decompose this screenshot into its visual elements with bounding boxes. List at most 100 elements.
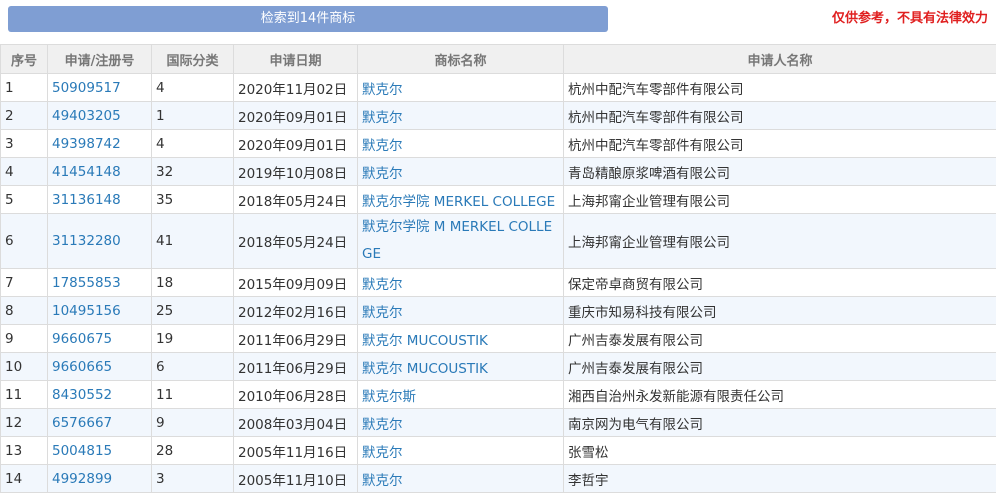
reg-no-link[interactable]: 41454148 (52, 164, 121, 180)
table-row: 14499289932005年11月10日默克尔李哲宇 (1, 465, 996, 493)
cell-applicant: 上海邦甯企业管理有限公司 (568, 235, 730, 251)
table-cell-date: 2018年05月24日 (234, 214, 358, 269)
table-cell-mark: 默克尔 (358, 158, 564, 186)
table-cell-applicant: 广州吉泰发展有限公司 (564, 353, 996, 381)
mark-name-link[interactable]: 默克尔 MUCOUSTIK (362, 361, 488, 377)
cell-date: 2020年09月01日 (238, 138, 347, 154)
mark-name-link[interactable]: 默克尔斯 (362, 389, 416, 405)
table-cell-reg_no: 50909517 (48, 74, 152, 102)
reg-no-link[interactable]: 9660675 (52, 331, 112, 347)
reg-no-link[interactable]: 5004815 (52, 443, 112, 459)
mark-name-link[interactable]: 默克尔 (362, 110, 403, 126)
table-cell-mark: 默克尔 MUCOUSTIK (358, 353, 564, 381)
table-cell-applicant: 重庆市知易科技有限公司 (564, 297, 996, 325)
column-header-applicant[interactable]: 申请人名称 (564, 45, 996, 74)
mark-name-link[interactable]: 默克尔 (362, 305, 403, 321)
table-cell-index: 8 (1, 297, 48, 325)
table-cell-index: 4 (1, 158, 48, 186)
reg-no-link[interactable]: 6576667 (52, 415, 112, 431)
column-header-date[interactable]: 申请日期 (234, 45, 358, 74)
mark-name-link[interactable]: 默克尔学院 M MERKEL COLLEGE (362, 219, 552, 262)
cell-applicant: 上海邦甯企业管理有限公司 (568, 194, 730, 210)
table-cell-index: 1 (1, 74, 48, 102)
table-cell-applicant: 张雪松 (564, 437, 996, 465)
cell-applicant: 杭州中配汽车零部件有限公司 (568, 110, 744, 126)
table-cell-index: 14 (1, 465, 48, 493)
cell-class: 6 (156, 359, 165, 375)
table-cell-reg_no: 49398742 (48, 130, 152, 158)
mark-name-link[interactable]: 默克尔 (362, 445, 403, 461)
reg-no-link[interactable]: 17855853 (52, 275, 121, 291)
cell-index: 8 (5, 303, 14, 319)
cell-class: 35 (156, 192, 173, 208)
table-cell-date: 2011年06月29日 (234, 325, 358, 353)
table-cell-reg_no: 9660665 (48, 353, 152, 381)
table-cell-reg_no: 8430552 (48, 381, 152, 409)
table-cell-class: 4 (152, 74, 234, 102)
reg-no-link[interactable]: 49403205 (52, 108, 121, 124)
top-bar: 检索到14件商标 仅供参考，不具有法律效力 (0, 0, 996, 44)
column-header-index[interactable]: 序号 (1, 45, 48, 74)
mark-name-link[interactable]: 默克尔 (362, 166, 403, 182)
table-cell-index: 5 (1, 186, 48, 214)
cell-date: 2011年06月29日 (238, 333, 347, 349)
column-header-class[interactable]: 国际分类 (152, 45, 234, 74)
reg-no-link[interactable]: 10495156 (52, 303, 121, 319)
cell-class: 28 (156, 443, 173, 459)
column-header-mark[interactable]: 商标名称 (358, 45, 564, 74)
table-cell-applicant: 广州吉泰发展有限公司 (564, 325, 996, 353)
table-cell-class: 3 (152, 465, 234, 493)
table-cell-reg_no: 41454148 (48, 158, 152, 186)
mark-name-link[interactable]: 默克尔 (362, 277, 403, 293)
cell-class: 19 (156, 331, 173, 347)
table-row: 34939874242020年09月01日默克尔杭州中配汽车零部件有限公司 (1, 130, 996, 158)
table-cell-mark: 默克尔斯 (358, 381, 564, 409)
table-row: 631132280412018年05月24日默克尔学院 M MERKEL COL… (1, 214, 996, 269)
reg-no-link[interactable]: 9660665 (52, 359, 112, 375)
table-row: 12657666792008年03月04日默克尔南京网为电气有限公司 (1, 409, 996, 437)
reg-no-link[interactable]: 50909517 (52, 80, 121, 96)
table-cell-applicant: 上海邦甯企业管理有限公司 (564, 186, 996, 214)
mark-name-link[interactable]: 默克尔 (362, 473, 403, 489)
table-cell-mark: 默克尔 (358, 130, 564, 158)
table-cell-date: 2020年09月01日 (234, 102, 358, 130)
table-cell-reg_no: 31132280 (48, 214, 152, 269)
reg-no-link[interactable]: 31132280 (52, 233, 121, 249)
mark-name-link[interactable]: 默克尔 (362, 417, 403, 433)
cell-class: 11 (156, 387, 173, 403)
table-row: 8 10495156 25 2012年02月16日默克尔 重庆市知易科技有限公司 (1, 297, 996, 325)
cell-index: 14 (5, 471, 22, 487)
table-cell-mark: 默克尔学院 MERKEL COLLEGE (358, 186, 564, 214)
table-cell-applicant: 保定帝卓商贸有限公司 (564, 269, 996, 297)
table-cell-date: 2018年05月24日 (234, 186, 358, 214)
cell-index: 13 (5, 443, 22, 459)
search-summary-button[interactable]: 检索到14件商标 (8, 6, 608, 32)
table-cell-applicant: 杭州中配汽车零部件有限公司 (564, 102, 996, 130)
cell-class: 25 (156, 303, 173, 319)
reg-no-link[interactable]: 31136148 (52, 192, 121, 208)
table-cell-class: 25 (152, 297, 234, 325)
table-cell-date: 2011年06月29日 (234, 353, 358, 381)
reg-no-link[interactable]: 4992899 (52, 471, 112, 487)
reg-no-link[interactable]: 8430552 (52, 387, 112, 403)
table-cell-class: 32 (152, 158, 234, 186)
column-header-reg-no[interactable]: 申请/注册号 (48, 45, 152, 74)
cell-class: 4 (156, 80, 165, 96)
mark-name-link[interactable]: 默克尔学院 MERKEL COLLEGE (362, 194, 555, 210)
mark-name-link[interactable]: 默克尔 (362, 138, 403, 154)
table-cell-date: 2019年10月08日 (234, 158, 358, 186)
cell-date: 2020年09月01日 (238, 110, 347, 126)
cell-index: 1 (5, 80, 14, 96)
reg-no-link[interactable]: 49398742 (52, 136, 121, 152)
cell-date: 2020年11月02日 (238, 82, 347, 98)
cell-index: 5 (5, 192, 14, 208)
cell-index: 7 (5, 275, 14, 291)
cell-index: 9 (5, 331, 14, 347)
mark-name-link[interactable]: 默克尔 (362, 82, 403, 98)
cell-class: 1 (156, 108, 165, 124)
cell-index: 3 (5, 136, 14, 152)
mark-name-link[interactable]: 默克尔 MUCOUSTIK (362, 333, 488, 349)
table-cell-date: 2008年03月04日 (234, 409, 358, 437)
cell-date: 2012年02月16日 (238, 305, 347, 321)
table-cell-applicant: 上海邦甯企业管理有限公司 (564, 214, 996, 269)
